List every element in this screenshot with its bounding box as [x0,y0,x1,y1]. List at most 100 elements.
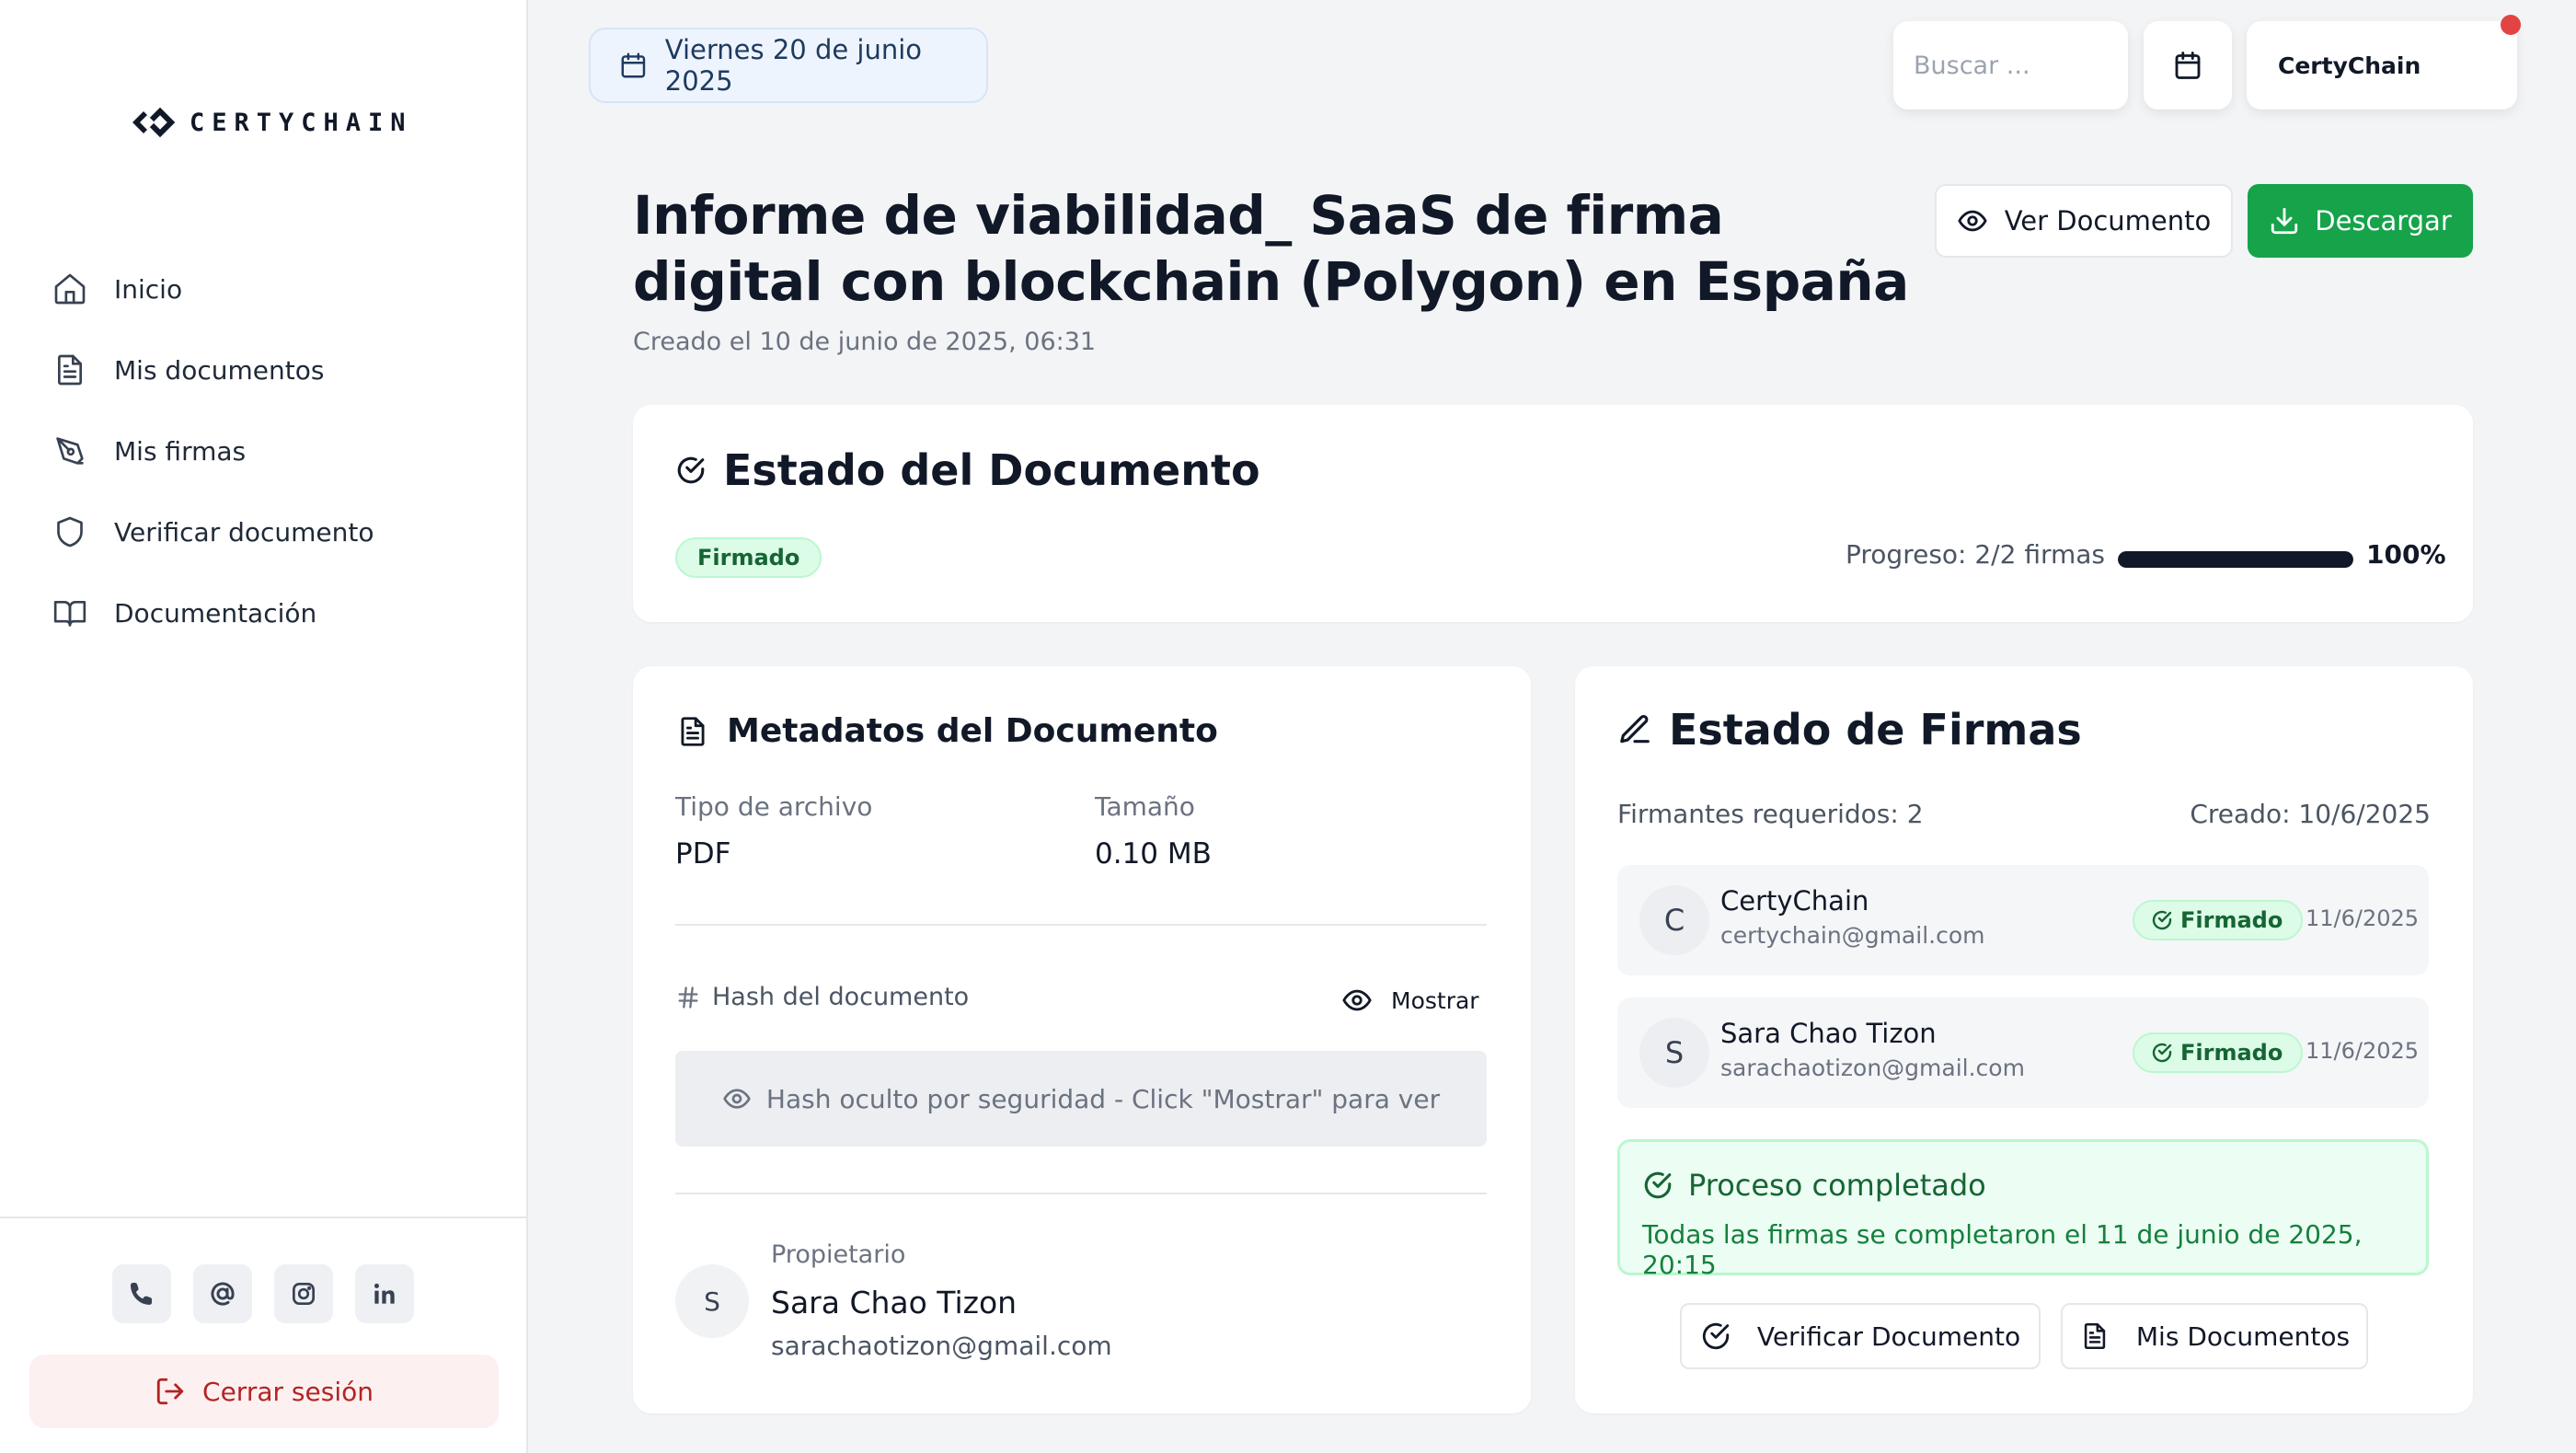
required-signers: Firmantes requeridos: 2 [1617,799,1924,829]
logout-label: Cerrar sesión [202,1376,374,1407]
log-out-icon [156,1378,184,1405]
logout-button[interactable]: Cerrar sesión [29,1355,499,1428]
check-circle-icon [1644,1171,1672,1199]
signer-avatar: C [1639,885,1709,955]
show-hash-label: Mostrar [1391,986,1479,1014]
phone-link[interactable] [112,1264,171,1323]
sidebar-item-mis-documentos[interactable]: Mis documentos [52,329,493,410]
date-display: Viernes 20 de junio 2025 [589,28,988,103]
signatures-card: Estado de Firmas Firmantes requeridos: 2… [1575,666,2473,1413]
download-label: Descargar [2315,205,2452,236]
document-status-card: Estado del Documento Firmado Progreso: 2… [633,405,2473,622]
progress-label: Progreso: 2/2 firmas [1846,539,2106,570]
book-open-icon [53,601,86,627]
my-documents-button[interactable]: Mis Documentos [2061,1303,2368,1369]
user-name: CertyChain [2278,52,2421,79]
show-hash-button[interactable]: Mostrar [1328,979,1492,1021]
process-complete-title: Proceso completado [1642,1168,1986,1203]
document-created-date: Creado el 10 de junio de 2025, 06:31 [633,328,1097,356]
calendar-icon [2175,52,2201,79]
signer-status-text: Firmado [2180,907,2283,933]
calendar-button[interactable] [2144,21,2232,110]
eye-icon [1958,210,1987,232]
check-circle-icon [677,456,705,484]
download-button[interactable]: Descargar [2248,184,2473,258]
linkedin-icon [374,1283,395,1304]
hash-icon [678,986,698,1009]
sidebar-footer: Cerrar sesión [0,1217,526,1453]
signer-status-text: Firmado [2180,1040,2283,1066]
sidebar-item-mis-firmas[interactable]: Mis firmas [52,410,493,491]
hash-label: Hash del documento [675,983,969,1011]
hash-label-text: Hash del documento [712,983,970,1011]
owner-label: Propietario [771,1240,906,1269]
signer-row: S Sara Chao Tizon sarachaotizon@gmail.co… [1617,997,2429,1108]
signer-status-badge: Firmado [2133,1032,2304,1073]
certychain-logo-icon [132,107,176,138]
verify-document-label: Verificar Documento [1756,1320,2021,1352]
process-complete-text: Todas las firmas se completaron el 11 de… [1642,1219,2363,1280]
signer-name: CertyChain [1720,885,1869,917]
logo-text: CERTYCHAIN [190,108,413,137]
social-links [112,1264,414,1323]
status-badge: Firmado [675,537,822,578]
file-type-value: PDF [675,837,731,871]
sidebar-item-label: Documentación [114,597,317,628]
check-circle-icon [2152,1043,2172,1063]
signer-name: Sara Chao Tizon [1720,1018,1937,1049]
owner-avatar: S [675,1264,749,1338]
sidebar: CERTYCHAIN Inicio Mis documentos Mis fir… [0,0,528,1453]
brand-logo[interactable]: CERTYCHAIN [127,101,413,144]
date-text: Viernes 20 de junio 2025 [664,34,923,97]
metadata-card: Metadatos del Documento Tipo de archivo … [633,666,1531,1413]
sidebar-item-label: Verificar documento [114,516,374,548]
file-type-label: Tipo de archivo [675,791,873,822]
page-title: Informe de viabilidad_ SaaS de firma dig… [633,184,1909,313]
sidebar-item-documentacion[interactable]: Documentación [52,572,493,653]
owner-email: sarachaotizon@gmail.com [771,1331,1112,1361]
sidebar-item-inicio[interactable]: Inicio [52,248,493,329]
check-circle-icon [1702,1322,1730,1350]
sidebar-item-verificar-documento[interactable]: Verificar documento [52,491,493,572]
sidebar-item-label: Mis documentos [114,354,325,386]
notification-dot [2501,15,2521,35]
signer-avatar: S [1639,1018,1709,1088]
signer-email: certychain@gmail.com [1720,922,1985,949]
progress-bar [2118,551,2353,568]
user-menu-button[interactable]: CertyChain [2247,21,2517,110]
divider [675,1193,1487,1194]
calendar-icon [621,52,646,78]
verify-document-button[interactable]: Verificar Documento [1680,1303,2041,1369]
divider [675,924,1487,926]
size-label: Tamaño [1095,791,1195,822]
file-text-icon [57,354,82,386]
check-circle-icon [2152,910,2172,930]
hash-hidden-box: Hash oculto por seguridad - Click "Mostr… [675,1051,1487,1147]
sidebar-item-label: Mis firmas [114,435,247,467]
home-icon [54,273,86,305]
view-document-button[interactable]: Ver Documento [1935,184,2233,258]
process-complete-banner: Proceso completado Todas las firmas se c… [1617,1139,2429,1280]
pen-tool-icon [56,437,84,465]
owner-name: Sara Chao Tizon [771,1285,1018,1320]
my-documents-label: Mis Documentos [2135,1320,2351,1352]
instagram-icon [293,1283,315,1305]
instagram-link[interactable] [274,1264,333,1323]
search-input[interactable] [1893,21,2128,110]
linkedin-link[interactable] [355,1264,414,1323]
signer-row: C CertyChain certychain@gmail.com Firmad… [1617,865,2429,975]
status-card-title: Estado del Documento [675,445,1260,495]
signatures-card-title: Estado de Firmas [1617,705,2082,755]
sidebar-nav: Inicio Mis documentos Mis firmas Verific… [52,248,493,653]
signatures-created-date: Creado: 10/6/2025 [2190,799,2431,829]
size-value: 0.10 MB [1095,837,1212,871]
progress-percentage: 100% [2366,539,2446,570]
eye-icon [723,1089,751,1109]
email-link[interactable] [193,1264,252,1323]
process-complete-title-text: Proceso completado [1688,1168,1986,1203]
signer-date: 11/6/2025 [2306,1038,2420,1064]
pencil-icon [1620,715,1650,744]
eye-icon [1342,989,1372,1011]
hash-hidden-text: Hash oculto por seguridad - Click "Mostr… [765,1083,1441,1114]
signer-date: 11/6/2025 [2306,905,2420,931]
